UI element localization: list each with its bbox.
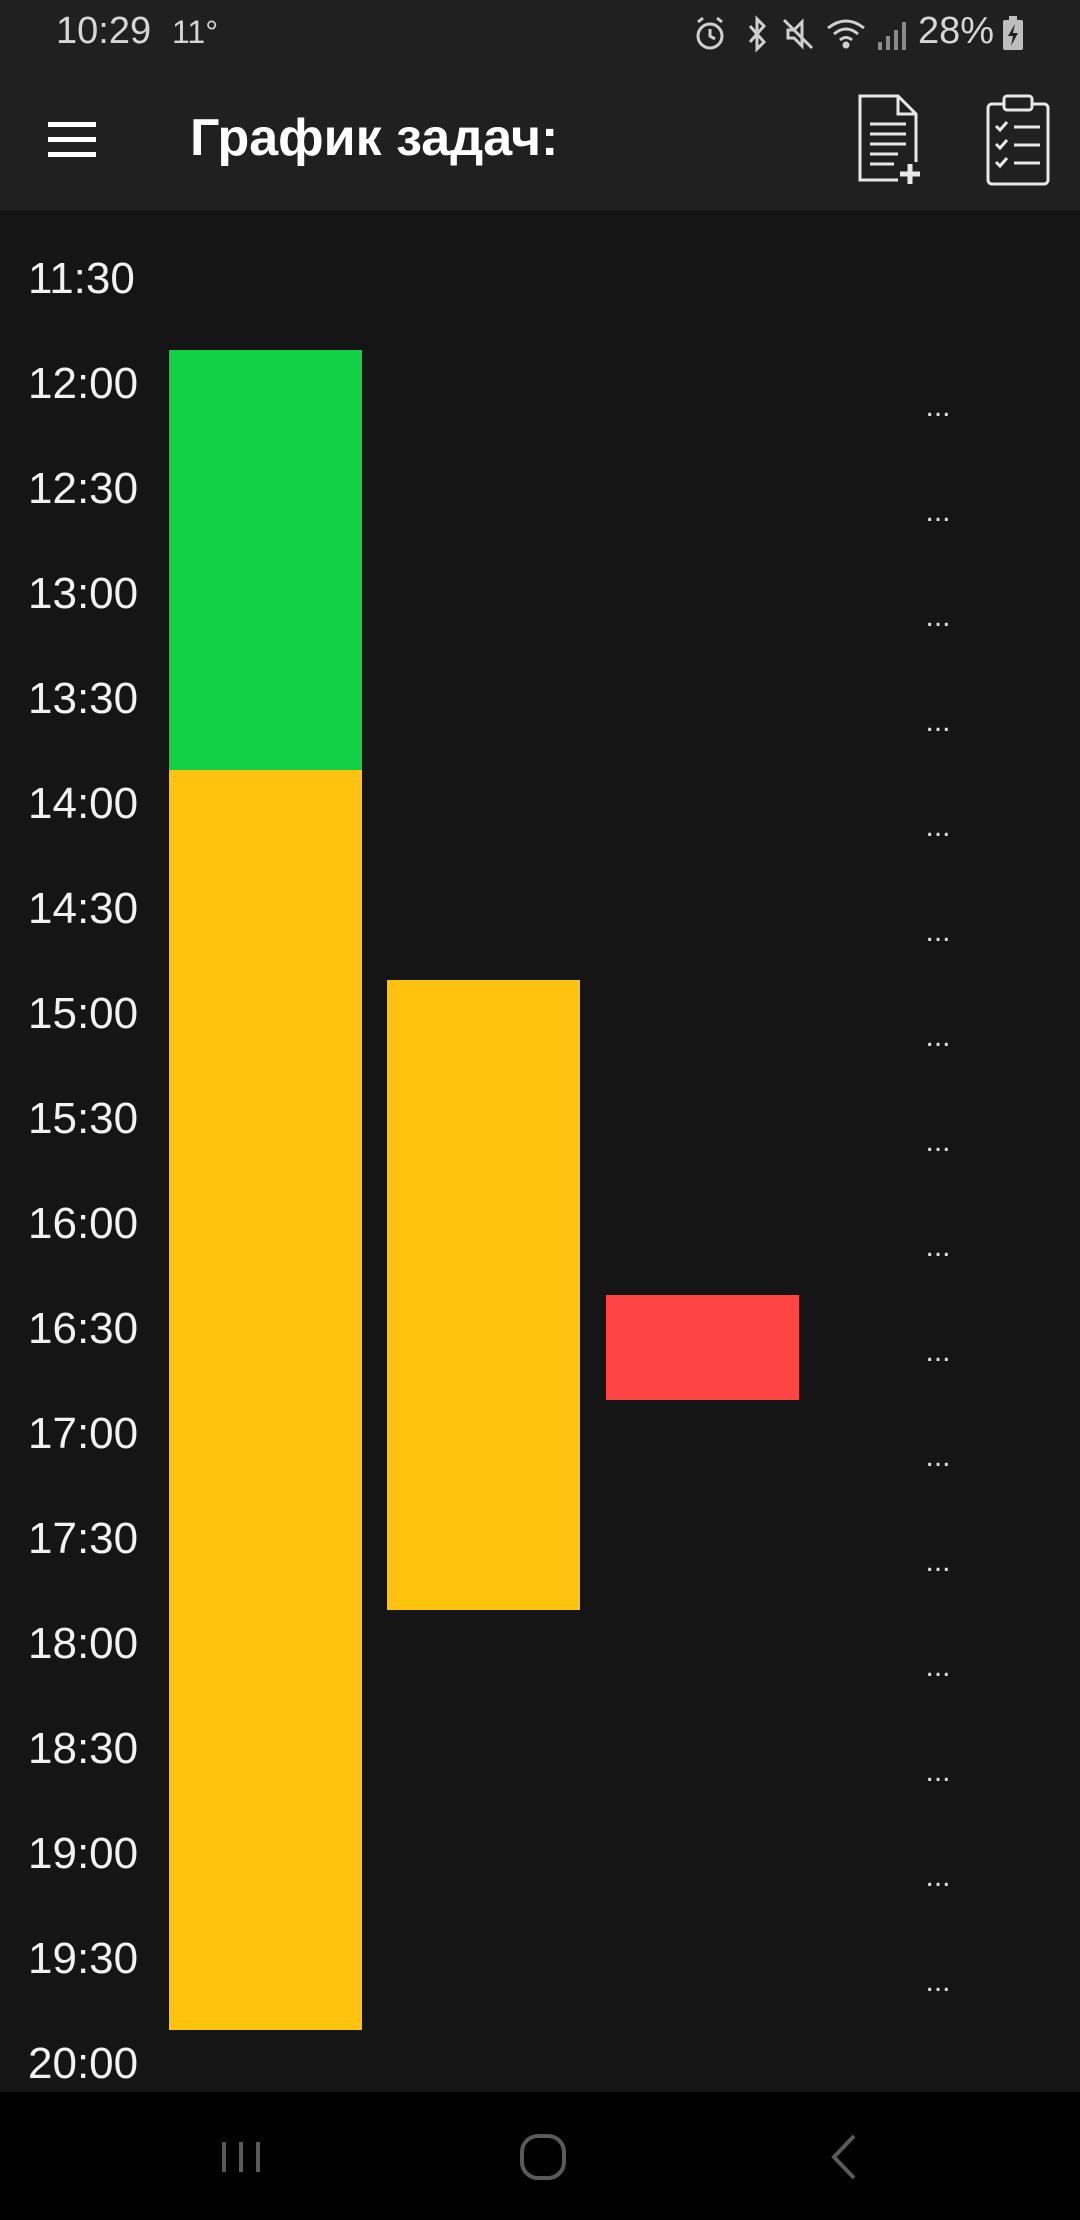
row-more-button[interactable]: ... — [918, 702, 958, 742]
task-block[interactable] — [169, 770, 362, 2030]
add-task-button[interactable] — [854, 90, 926, 190]
task-block[interactable] — [169, 350, 362, 770]
time-label: 19:30 — [28, 1934, 139, 1983]
navigation-bar — [0, 2092, 1080, 2220]
menu-button[interactable] — [36, 108, 108, 172]
time-label: 17:00 — [28, 1409, 139, 1458]
status-icons — [696, 15, 906, 53]
recent-apps-icon[interactable] — [206, 2122, 276, 2192]
clipboard-checklist-icon — [986, 94, 1050, 186]
time-label: 17:30 — [28, 1514, 139, 1563]
app-bar: График задач: — [0, 70, 1080, 210]
time-label: 16:30 — [28, 1304, 139, 1353]
alarm-icon — [696, 16, 724, 50]
page-title: График задач: — [190, 109, 559, 167]
row-more-button[interactable]: ... — [918, 1332, 958, 1372]
time-label: 19:00 — [28, 1829, 139, 1878]
signal-icon — [878, 22, 906, 50]
row-more-button[interactable]: ... — [918, 1647, 958, 1687]
time-label: 15:00 — [28, 989, 139, 1038]
row-more-button[interactable]: ... — [918, 1857, 958, 1897]
row-more-button[interactable]: ... — [918, 492, 958, 532]
time-label: 14:00 — [28, 779, 139, 828]
row-more-button[interactable]: ... — [918, 1122, 958, 1162]
row-more-button[interactable]: ... — [918, 1437, 958, 1477]
row-more-button[interactable]: ... — [918, 912, 958, 952]
home-icon[interactable] — [508, 2122, 578, 2192]
battery-icon — [1003, 16, 1023, 50]
wifi-icon — [827, 19, 865, 49]
schedule-grid: 11:30 12:00... 12:30... 13:00... 13:30... 14:… — [0, 210, 1080, 2090]
mute-icon — [782, 18, 814, 50]
hamburger-icon — [48, 122, 96, 157]
time-label: 13:00 — [28, 569, 139, 618]
row-more-button[interactable]: ... — [918, 1752, 958, 1792]
row-more-button[interactable]: ... — [918, 1962, 958, 2002]
back-icon[interactable] — [810, 2122, 880, 2192]
task-list-button[interactable] — [982, 90, 1054, 190]
time-label: 16:00 — [28, 1199, 139, 1248]
time-label: 12:00 — [28, 359, 139, 408]
time-label: 11:30 — [28, 254, 135, 303]
row-more-button[interactable]: ... — [918, 1542, 958, 1582]
row-more-button[interactable]: ... — [918, 1227, 958, 1267]
time-label: 14:30 — [28, 884, 139, 933]
row-more-button[interactable]: ... — [918, 387, 958, 427]
status-temperature: 11° — [172, 14, 219, 50]
row-more-button[interactable]: ... — [918, 1017, 958, 1057]
task-block[interactable] — [606, 1295, 799, 1400]
status-bar: 10:29 11° 28% — [0, 0, 1080, 70]
task-block[interactable] — [387, 980, 580, 1610]
time-label: 12:30 — [28, 464, 139, 513]
battery-percent: 28% — [918, 10, 995, 52]
status-time: 10:29 — [56, 10, 152, 52]
row-more-button[interactable]: ... — [918, 597, 958, 637]
bluetooth-icon — [748, 15, 767, 53]
time-label: 15:30 — [28, 1094, 139, 1143]
row-more-button[interactable]: ... — [918, 807, 958, 847]
time-label: 13:30 — [28, 674, 139, 723]
time-label: 18:30 — [28, 1724, 139, 1773]
time-label: 18:00 — [28, 1619, 139, 1668]
document-add-icon — [858, 94, 922, 186]
time-label: 20:00 — [28, 2039, 139, 2088]
